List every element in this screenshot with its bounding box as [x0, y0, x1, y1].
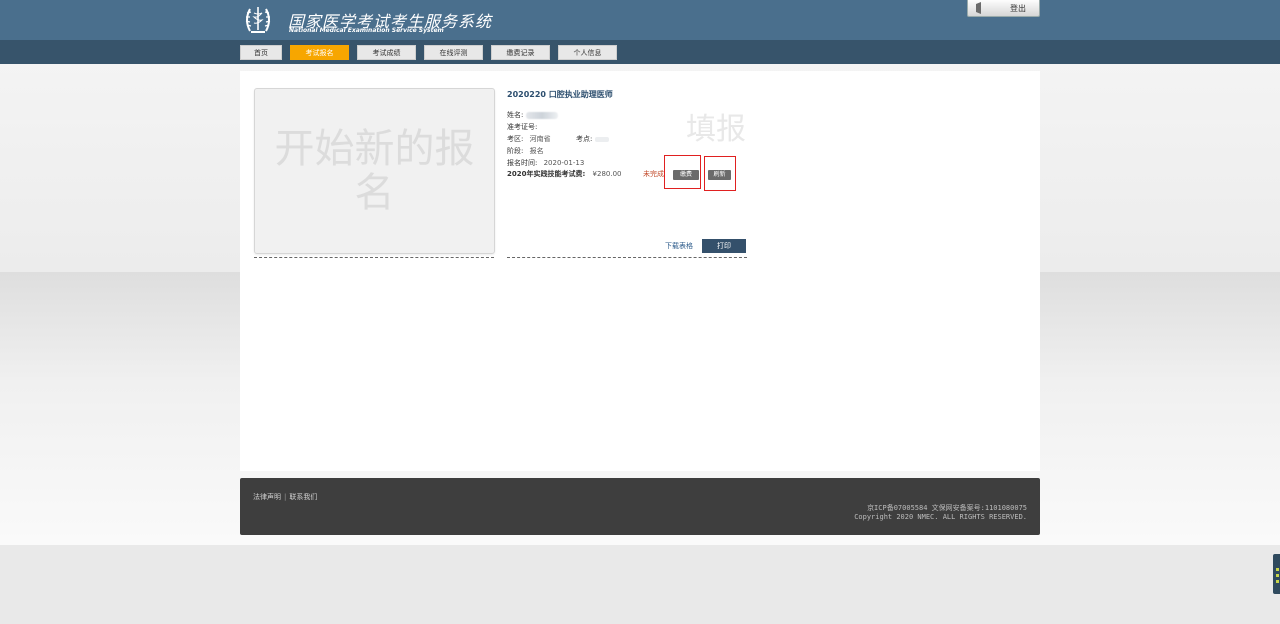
status-watermark: 填报: [686, 112, 746, 147]
name-value-redacted: [525, 111, 558, 119]
region-label: 考区:: [507, 135, 524, 143]
reg-time-label: 报名时间:: [507, 159, 538, 167]
refresh-highlight-box: [704, 156, 736, 191]
region-value: 河南省: [529, 135, 551, 143]
nav-tab-payment-records[interactable]: 缴费记录: [491, 45, 550, 60]
stage-row: 阶段: 报名: [507, 146, 544, 156]
site-footer: 法律声明 | 联系我们 京ICP备07005584 文保网安备案号:11010800…: [240, 478, 1040, 535]
page-background-bottom: [0, 545, 1280, 624]
download-form-link[interactable]: 下载表格: [665, 241, 693, 251]
contact-link[interactable]: 联系我们: [289, 493, 317, 501]
stage-value: 报名: [529, 147, 544, 155]
nav-tab-personal-info[interactable]: 个人信息: [558, 45, 617, 60]
name-label: 姓名:: [507, 111, 524, 119]
site-header: [0, 0, 1280, 40]
reg-time-row: 报名时间: 2020-01-13: [507, 158, 584, 168]
start-new-registration-label: 开始新的报名: [274, 126, 475, 216]
nav-tab-home[interactable]: 首页: [240, 45, 282, 60]
start-new-registration-card[interactable]: 开始新的报名: [254, 88, 495, 254]
logout-icon: [976, 2, 981, 14]
reg-time-value: 2020-01-13: [543, 159, 585, 167]
print-button[interactable]: 打印: [702, 239, 746, 253]
footer-links: 法律声明 | 联系我们: [253, 492, 317, 502]
divider: [507, 257, 747, 258]
logout-button[interactable]: 登出: [967, 0, 1040, 17]
site-row: 考点:: [576, 134, 609, 144]
nav-tab-online-assessment[interactable]: 在线评测: [424, 45, 483, 60]
region-row: 考区: 河南省: [507, 134, 551, 144]
fee-row: 2020年实践技能考试费: ¥280.00: [507, 169, 621, 179]
divider: [254, 257, 494, 258]
site-subtitle: National Medical Examination Service Sys…: [289, 27, 444, 34]
fee-value: ¥280.00: [592, 170, 622, 178]
fee-status: 未完成: [643, 170, 664, 178]
exam-title: 2020220 口腔执业助理医师: [507, 90, 613, 99]
medical-emblem-icon: [245, 7, 271, 33]
ticket-row: 准考证号:: [507, 122, 537, 132]
ticket-label: 准考证号:: [507, 123, 538, 131]
copyright: Copyright 2020 NMEC. ALL RIGHTS RESERVED…: [854, 513, 1027, 521]
site-value-redacted: [594, 136, 609, 142]
nav-tab-registration[interactable]: 考试报名: [290, 45, 349, 60]
site-label: 考点:: [576, 135, 593, 143]
side-toolbar-widget[interactable]: [1273, 554, 1280, 594]
fee-label: 2020年实践技能考试费:: [507, 170, 586, 178]
legal-link[interactable]: 法律声明: [253, 493, 281, 501]
nav-tab-scores[interactable]: 考试成绩: [357, 45, 416, 60]
name-row: 姓名:: [507, 110, 558, 120]
main-navbar: [0, 40, 1280, 64]
footer-separator: |: [284, 493, 287, 501]
icp-record: 京ICP备07005584 文保网安备案号:1101080075: [867, 504, 1027, 512]
pay-highlight-box: [664, 155, 701, 189]
logout-label: 登出: [1010, 4, 1026, 13]
stage-label: 阶段:: [507, 147, 524, 155]
